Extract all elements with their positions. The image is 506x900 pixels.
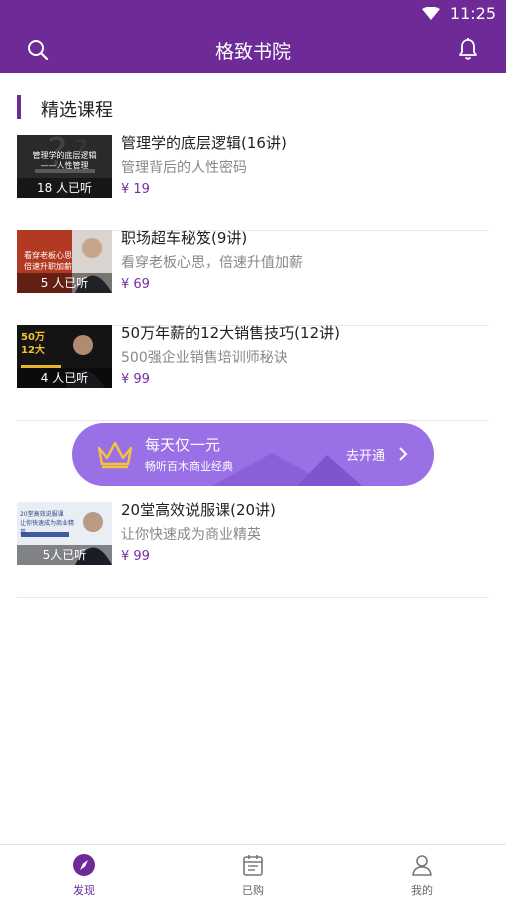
course-item[interactable]: 看穿老板心思 倍速升职加薪 5 人已听 职场超车秘笈(9讲) 看穿老板心思，倍速… [17, 229, 489, 326]
course-subtitle: 500强企业销售培训师秘诀 [121, 350, 288, 366]
wifi-icon [422, 7, 440, 20]
thumb-subtitle: ——人性管理 [40, 161, 89, 170]
status-time: 11:25 [449, 4, 496, 23]
course-title: 职场超车秘笈(9讲) [121, 229, 248, 247]
thumb-title: 管理学的底层逻辑 [32, 151, 97, 160]
course-title: 20堂高效说服课(20讲) [121, 501, 276, 519]
bottom-tab-bar: 发现 已购 我的 [0, 844, 506, 900]
course-thumbnail: 看穿老板心思 倍速升职加薪 5 人已听 [17, 230, 112, 293]
tab-mine[interactable]: 我的 [338, 845, 506, 900]
tab-label: 我的 [411, 884, 433, 897]
course-item[interactable]: 50万 12大 4 人已听 50万年薪的12大销售技巧(12讲) 500强企业销… [17, 324, 489, 421]
thumb-subtitle: 倍速升职加薪 [24, 262, 72, 271]
course-price: ¥ 69 [121, 277, 150, 292]
course-subtitle: 看穿老板心思，倍速升值加薪 [121, 255, 303, 271]
tab-purchased[interactable]: 已购 [169, 845, 337, 900]
crown-icon [97, 441, 133, 469]
course-price: ¥ 99 [121, 549, 150, 564]
course-price: ¥ 99 [121, 372, 150, 387]
chevron-right-icon [399, 447, 408, 461]
tab-label: 发现 [73, 884, 95, 897]
thumb-subtitle: 让你快速成为商业精英 [20, 520, 75, 536]
vip-promo-banner[interactable]: 每天仅一元 畅听百木商业经典 去开通 [72, 423, 434, 486]
course-item[interactable]: ? ? 管理学的底层逻辑 ——人性管理 18 人已听 管理学的底层逻辑(16讲)… [17, 134, 489, 231]
course-thumbnail: 20堂高效说服课 让你快速成为商业精英 5人已听 [17, 502, 112, 565]
listener-count: 18 人已听 [17, 178, 112, 198]
promo-title: 每天仅一元 [145, 436, 221, 454]
thumb-title: 20堂高效说服课 [20, 511, 64, 518]
thumb-title: 50万 [21, 332, 45, 343]
bell-icon[interactable] [457, 37, 479, 61]
tab-discover[interactable]: 发现 [0, 845, 168, 900]
course-item[interactable]: 20堂高效说服课 让你快速成为商业精英 5人已听 20堂高效说服课(20讲) 让… [17, 501, 489, 598]
section-title: 精选课程 [41, 100, 113, 121]
page-title: 格致书院 [214, 41, 291, 63]
listener-count: 5人已听 [17, 545, 112, 565]
course-price: ¥ 19 [121, 182, 150, 197]
thumb-subtitle: 12大 [21, 345, 45, 356]
listener-count: 4 人已听 [17, 368, 112, 388]
course-subtitle: 让你快速成为商业精英 [121, 527, 261, 543]
user-icon [412, 855, 432, 876]
promo-open-button[interactable]: 去开通 [346, 445, 385, 464]
tab-label: 已购 [242, 884, 264, 897]
course-thumbnail: ? ? 管理学的底层逻辑 ——人性管理 18 人已听 [17, 135, 112, 198]
calendar-icon [243, 855, 263, 876]
section-accent-bar [17, 95, 21, 119]
course-title: 管理学的底层逻辑(16讲) [121, 134, 287, 152]
course-thumbnail: 50万 12大 4 人已听 [17, 325, 112, 388]
status-bar: 11:25 [0, 0, 506, 27]
course-title: 50万年薪的12大销售技巧(12讲) [121, 324, 340, 342]
thumb-title: 看穿老板心思 [24, 251, 72, 260]
course-subtitle: 管理背后的人性密码 [121, 160, 247, 176]
listener-count: 5 人已听 [17, 273, 112, 293]
app-header: 格致书院 [0, 27, 506, 73]
promo-subtitle: 畅听百木商业经典 [145, 460, 233, 473]
compass-icon [73, 854, 95, 876]
